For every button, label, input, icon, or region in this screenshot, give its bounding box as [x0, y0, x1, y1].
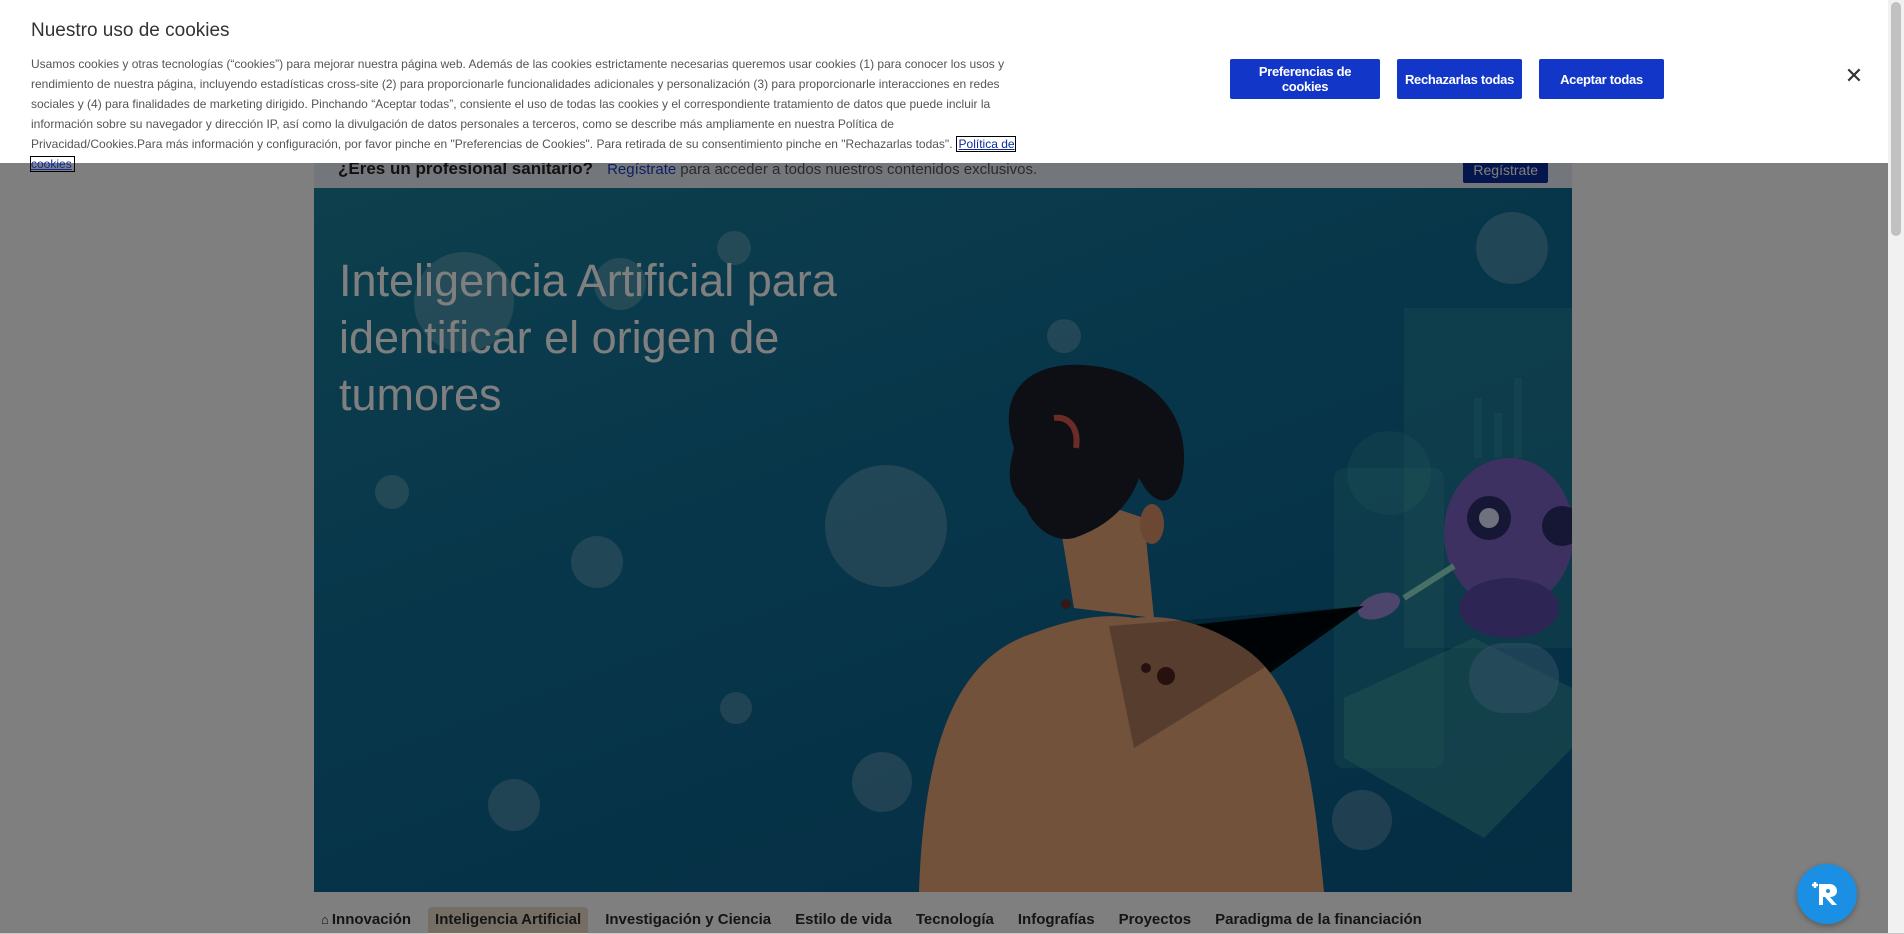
chat-widget-button[interactable]	[1797, 864, 1857, 924]
scrollbar-thumb[interactable]	[1891, 2, 1901, 236]
cookie-banner-body: Usamos cookies y otras tecnologías (“coo…	[31, 57, 1005, 151]
cookie-banner-title: Nuestro uso de cookies	[31, 20, 230, 41]
cookie-banner: Nuestro uso de cookies Usamos cookies y …	[0, 0, 1888, 172]
accept-all-button[interactable]: Aceptar todas	[1539, 59, 1664, 99]
close-icon[interactable]: ✕	[1842, 64, 1866, 88]
reject-all-button[interactable]: Rechazarlas todas	[1397, 59, 1522, 99]
cookie-preferences-button[interactable]: Preferencias de cookies	[1230, 59, 1380, 99]
cookie-banner-text: Usamos cookies y otras tecnologías (“coo…	[30, 54, 1023, 174]
page-scrollbar[interactable]	[1888, 0, 1904, 933]
robot-icon	[1812, 882, 1837, 905]
